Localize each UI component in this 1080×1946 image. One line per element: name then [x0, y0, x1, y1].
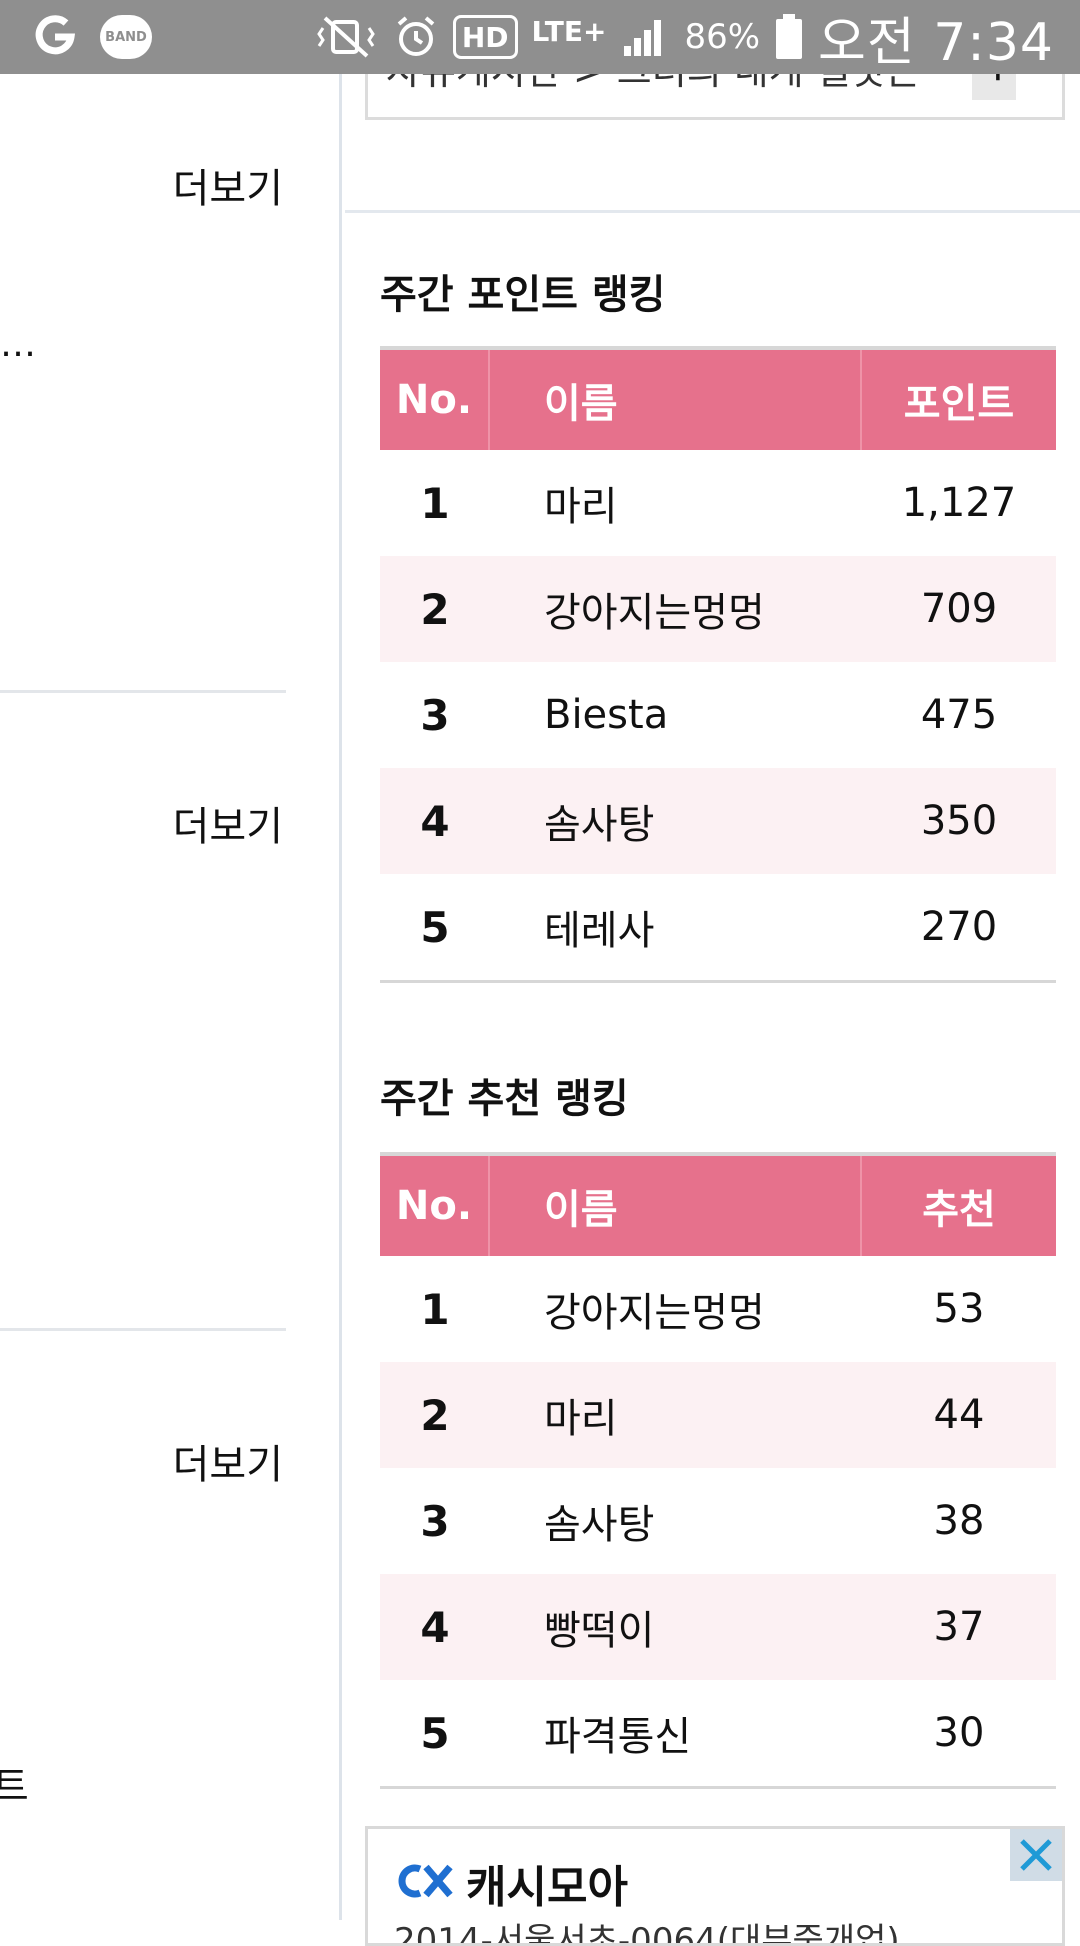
ad-registration-text: 2014-서울서초-0064(대부중개업)	[394, 1921, 900, 1946]
header-name: 이름	[490, 1156, 862, 1256]
user-name[interactable]: 파격통신	[490, 1704, 862, 1762]
header-name: 이름	[490, 350, 862, 450]
right-sidebar: 자유게시판 > 그녀의 내게 필갓은 4 주간 포인트 랭킹 No. 이름 포인…	[345, 54, 1080, 1946]
user-name[interactable]: 마리	[490, 1386, 862, 1444]
rank-number: 5	[420, 1708, 450, 1758]
left-divider-2	[0, 1328, 286, 1331]
table-header: No. 이름 포인트	[380, 350, 1056, 450]
signal-icon	[620, 14, 670, 60]
user-name[interactable]: 솜사탕	[490, 1492, 862, 1550]
recommend-value: 38	[933, 1498, 985, 1544]
recommend-value: 37	[933, 1604, 985, 1650]
recommend-value: 30	[933, 1710, 985, 1756]
point-value: 475	[920, 692, 998, 738]
band-icon: BAND	[100, 15, 152, 59]
point-ranking-title: 주간 포인트 랭킹	[380, 272, 666, 318]
table-header: No. 이름 추천	[380, 1156, 1056, 1256]
battery-percent: 86%	[684, 17, 761, 57]
header-recommend: 추천	[922, 1187, 996, 1233]
header-no: No.	[380, 350, 490, 450]
truncated-text: …	[0, 324, 36, 365]
table-row[interactable]: 5 테레사 270	[380, 874, 1056, 980]
rank-number: 1	[420, 1284, 450, 1334]
point-value: 350	[920, 798, 998, 844]
recommend-ranking-title: 주간 추천 랭킹	[380, 1076, 629, 1122]
user-name[interactable]: 솜사탕	[490, 792, 862, 850]
point-value: 1,127	[901, 480, 1017, 526]
more-link-2[interactable]: 더보기	[173, 794, 283, 852]
table-row[interactable]: 1 마리 1,127	[380, 450, 1056, 556]
table-row[interactable]: 4 빵떡이 37	[380, 1574, 1056, 1680]
point-ranking-table: No. 이름 포인트 1 마리 1,127 2 강아지는멍멍 709 3 Bie…	[380, 346, 1056, 983]
mute-vibrate-icon	[313, 14, 379, 60]
ad-logo[interactable]: 캐시모아	[394, 1851, 628, 1915]
status-bar: BAND HD LTE+ 86% 오전 7:34	[0, 0, 1080, 74]
table-row[interactable]: 1 강아지는멍멍 53	[380, 1256, 1056, 1362]
user-name[interactable]: 마리	[490, 474, 862, 532]
table-row[interactable]: 2 강아지는멍멍 709	[380, 556, 1056, 662]
left-column: 더보기 … 더보기 더보기 트	[0, 74, 342, 1920]
user-name[interactable]: 강아지는멍멍	[490, 580, 862, 638]
user-name[interactable]: 테레사	[490, 898, 862, 956]
rank-number: 5	[420, 902, 450, 952]
header-points: 포인트	[903, 381, 1015, 427]
table-row[interactable]: 3 Biesta 475	[380, 662, 1056, 768]
more-link-1[interactable]: 더보기	[173, 156, 283, 214]
user-name[interactable]: 강아지는멍멍	[490, 1280, 862, 1338]
lte-icon: LTE+	[531, 14, 607, 48]
recommend-value: 44	[933, 1392, 985, 1438]
point-value: 270	[920, 904, 998, 950]
table-row[interactable]: 4 솜사탕 350	[380, 768, 1056, 874]
header-no: No.	[380, 1156, 490, 1256]
battery-icon	[774, 12, 804, 62]
user-name[interactable]: 빵떡이	[490, 1598, 862, 1656]
ad-close-button[interactable]	[1010, 1829, 1062, 1881]
recommend-value: 53	[933, 1286, 985, 1332]
rank-number: 4	[420, 796, 450, 846]
table-row[interactable]: 3 솜사탕 38	[380, 1468, 1056, 1574]
rank-number: 3	[420, 690, 450, 740]
left-divider-1	[0, 690, 286, 693]
ad-brand-name: 캐시모아	[466, 1862, 628, 1913]
cashmoa-logo-icon	[394, 1861, 456, 1905]
point-value: 709	[920, 586, 998, 632]
close-icon	[1020, 1839, 1052, 1871]
alarm-icon	[393, 14, 439, 60]
recommend-ranking-table: No. 이름 추천 1 강아지는멍멍 53 2 마리 44 3 솜사탕 38 4…	[380, 1152, 1056, 1789]
table-row[interactable]: 2 마리 44	[380, 1362, 1056, 1468]
more-link-3[interactable]: 더보기	[173, 1432, 283, 1490]
rank-number: 2	[420, 584, 450, 634]
rank-number: 4	[420, 1602, 450, 1652]
truncated-fragment: 트	[0, 1764, 29, 1810]
table-row[interactable]: 5 파격통신 30	[380, 1680, 1056, 1786]
rank-number: 3	[420, 1496, 450, 1546]
rank-number: 2	[420, 1390, 450, 1440]
app-g-icon	[32, 14, 78, 60]
section-separator	[345, 210, 1080, 213]
clock-time: 오전 7:34	[818, 12, 1054, 73]
rank-number: 1	[420, 478, 450, 528]
ad-banner[interactable]: 캐시모아 2014-서울서초-0064(대부중개업)	[365, 1826, 1065, 1946]
user-name[interactable]: Biesta	[490, 692, 862, 738]
hd-voice-icon: HD	[452, 15, 518, 59]
